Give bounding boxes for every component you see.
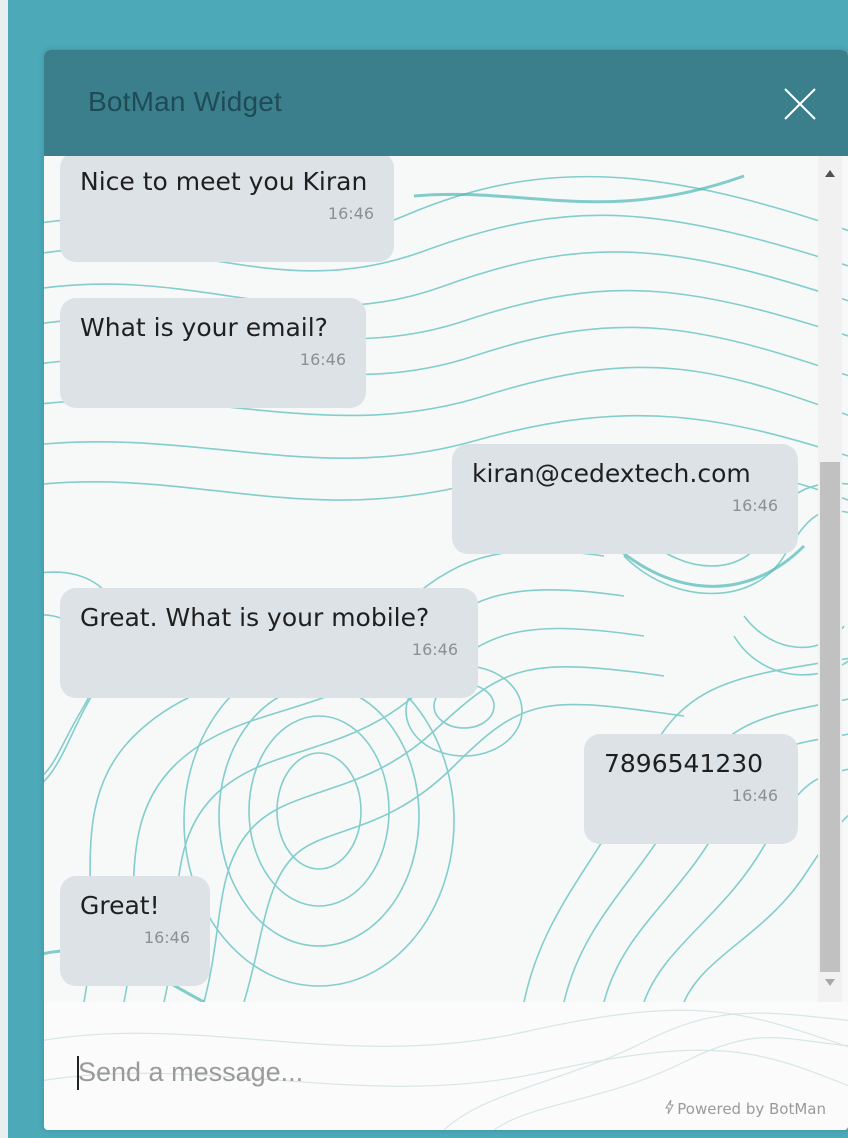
powered-by-label: Powered by BotMan	[677, 1100, 826, 1118]
message-text: Nice to meet you Kiran	[80, 167, 368, 196]
widget-header: BotMan Widget	[44, 50, 848, 156]
message-time: 16:46	[299, 350, 346, 369]
scroll-up-arrow-icon[interactable]	[825, 170, 835, 177]
close-button[interactable]	[782, 86, 818, 122]
scroll-down-arrow-icon[interactable]	[825, 979, 835, 986]
message-bubble-bot: Great! 16:46	[60, 876, 210, 986]
message-time: 16:46	[143, 928, 190, 947]
message-text: What is your email?	[80, 313, 328, 342]
composer: Powered by BotMan	[44, 1002, 848, 1130]
message-bubble-bot: Nice to meet you Kiran 16:46	[60, 156, 394, 262]
message-text: Great!	[80, 891, 160, 920]
message-bubble-bot: Great. What is your mobile? 16:46	[60, 588, 478, 698]
message-bubble-user: 7896541230 16:46	[584, 734, 798, 844]
message-input[interactable]	[78, 1050, 798, 1094]
message-time: 16:46	[731, 786, 778, 805]
message-time: 16:46	[731, 496, 778, 515]
scrollbar-thumb[interactable]	[820, 462, 840, 972]
page-edge	[0, 0, 8, 1138]
message-list[interactable]: Nice to meet you Kiran 16:46 What is you…	[44, 156, 848, 1002]
message-bubble-user: kiran@cedextech.com 16:46	[452, 444, 798, 554]
message-time: 16:46	[411, 640, 458, 659]
message-time: 16:46	[327, 204, 374, 223]
scrollbar[interactable]	[818, 156, 842, 1002]
bolt-icon	[665, 1099, 675, 1118]
widget-title: BotMan Widget	[88, 86, 283, 117]
message-text: 7896541230	[604, 749, 764, 778]
powered-by[interactable]: Powered by BotMan	[665, 1099, 826, 1118]
message-bubble-bot: What is your email? 16:46	[60, 298, 366, 408]
chat-widget: BotMan Widget Nice to meet you Kiran 16:…	[44, 50, 848, 1130]
close-icon	[784, 88, 816, 120]
message-text: kiran@cedextech.com	[472, 459, 751, 488]
message-text: Great. What is your mobile?	[80, 603, 430, 632]
